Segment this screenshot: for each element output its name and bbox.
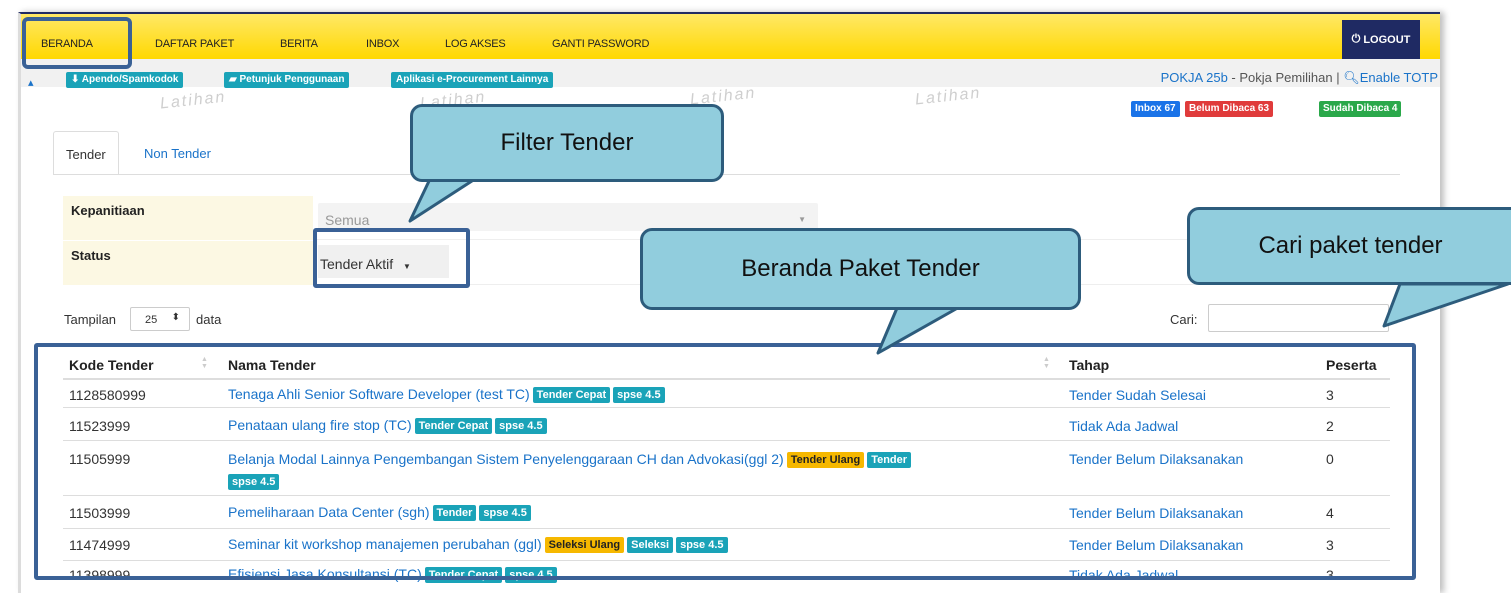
- apendo-button[interactable]: ⬇ Apendo/Spamkodok: [66, 72, 184, 88]
- highlight-beranda: [22, 17, 132, 69]
- power-icon: ⏻: [1351, 33, 1361, 45]
- inbox-badge[interactable]: Inbox 67: [1131, 101, 1180, 117]
- unread-badge[interactable]: Belum Dibaca 63: [1185, 101, 1274, 117]
- user-info: POKJA 25b - Pokja Pemilihan | 🔍︎Enable T…: [1160, 70, 1438, 85]
- highlight-status: [313, 228, 470, 288]
- read-badge[interactable]: Sudah Dibaca 4: [1319, 101, 1402, 117]
- tab-tender[interactable]: Tender: [53, 131, 119, 175]
- nav-berita[interactable]: BERITA: [280, 38, 318, 50]
- logout-button[interactable]: ⏻ LOGOUT: [1342, 20, 1420, 59]
- book-icon: ▰: [229, 74, 240, 85]
- collapse-chevron-icon[interactable]: ▴: [28, 76, 34, 89]
- length-label: Tampilan: [64, 312, 117, 327]
- kepanitiaan-label: Kepanitiaan: [63, 196, 313, 240]
- search-label: Cari:: [1170, 312, 1198, 327]
- search-input[interactable]: [1208, 304, 1389, 332]
- data-label: data: [196, 312, 222, 327]
- nav-log-akses[interactable]: LOG AKSES: [445, 38, 506, 50]
- callout-cari-paket: Cari paket tender: [1187, 207, 1511, 285]
- nav-daftar-paket[interactable]: DAFTAR PAKET: [155, 38, 234, 50]
- user-link[interactable]: POKJA 25b: [1161, 70, 1228, 85]
- petunjuk-button[interactable]: ▰ Petunjuk Penggunaan: [224, 72, 350, 88]
- highlight-table: [34, 343, 1416, 580]
- enable-totp-link[interactable]: 🔍︎Enable TOTP: [1343, 70, 1438, 85]
- status-label: Status: [63, 241, 313, 285]
- updown-icon: ⬍: [171, 312, 180, 323]
- key-icon: 🔍︎: [1343, 70, 1360, 85]
- nav-inbox[interactable]: INBOX: [366, 38, 399, 50]
- tab-divider: [53, 174, 1400, 175]
- logout-label: LOGOUT: [1363, 33, 1411, 46]
- length-select[interactable]: 25 ⬍: [130, 307, 190, 331]
- callout-beranda-paket: Beranda Paket Tender: [640, 228, 1081, 310]
- download-icon: ⬇: [71, 74, 82, 85]
- nav-ganti-password[interactable]: GANTI PASSWORD: [552, 38, 649, 50]
- callout-filter-tender: Filter Tender: [410, 104, 724, 182]
- tab-non-tender[interactable]: Non Tender: [132, 131, 223, 175]
- eproc-lainnya-button[interactable]: Aplikasi e-Procurement Lainnya: [391, 72, 554, 88]
- chevron-down-icon: ▼: [798, 215, 806, 224]
- top-navbar: BERANDA DAFTAR PAKET BERITA INBOX LOG AK…: [21, 14, 1440, 59]
- callout-tail-filter: [408, 177, 477, 223]
- kepanitiaan-select[interactable]: Semua ▼: [318, 203, 818, 231]
- callout-tail-cari: [1382, 282, 1510, 328]
